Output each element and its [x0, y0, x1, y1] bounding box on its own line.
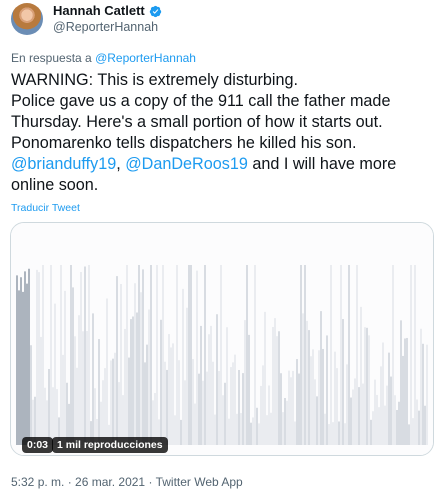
tweet-header: Hannah Catlett @ReporterHannah [11, 2, 162, 36]
mention-link[interactable]: @brianduffy19 [11, 155, 116, 173]
reply-handle-link[interactable]: @ReporterHannah [95, 51, 196, 65]
audio-waveform-image [11, 223, 433, 455]
display-name-row: Hannah Catlett [53, 3, 162, 19]
tweet-source-link[interactable]: Twitter Web App [156, 475, 243, 489]
meta-separator: · [64, 475, 76, 489]
avatar[interactable] [11, 3, 43, 35]
reply-context: En respuesta a @ReporterHannah [11, 51, 196, 65]
tweet-date-link[interactable]: 26 mar. 2021 [75, 475, 145, 489]
tweet-text: WARNING: This is extremely disturbing. P… [11, 70, 439, 196]
tweet-mentions-line: @brianduffy19, @DanDeRoos19 and I will h… [11, 154, 439, 196]
author-names: Hannah Catlett @ReporterHannah [53, 3, 162, 35]
display-name[interactable]: Hannah Catlett [53, 3, 145, 19]
author-handle[interactable]: @ReporterHannah [53, 19, 162, 35]
reply-prefix: En respuesta a [11, 51, 96, 65]
tweet-main-text: Police gave us a copy of the 911 call th… [11, 92, 391, 152]
tweet-meta: 5:32 p. m. · 26 mar. 2021 · Twitter Web … [11, 475, 243, 489]
tweet-time-link[interactable]: 5:32 p. m. [11, 475, 64, 489]
tweet-card: Hannah Catlett @ReporterHannah En respue… [0, 0, 445, 500]
meta-separator: · [145, 475, 156, 489]
verified-badge-icon [149, 5, 161, 17]
tweet-warning-line: WARNING: This is extremely disturbing. [11, 71, 298, 89]
translate-tweet-link[interactable]: Traducir Tweet [11, 202, 80, 214]
mention-link[interactable]: @DanDeRoos19 [125, 155, 248, 173]
video-player[interactable]: 0:03 1 mil reproducciones [10, 222, 434, 456]
video-views-badge: 1 mil reproducciones [52, 437, 168, 453]
mention-separator: , [116, 155, 126, 173]
video-time-badge: 0:03 [22, 437, 54, 453]
